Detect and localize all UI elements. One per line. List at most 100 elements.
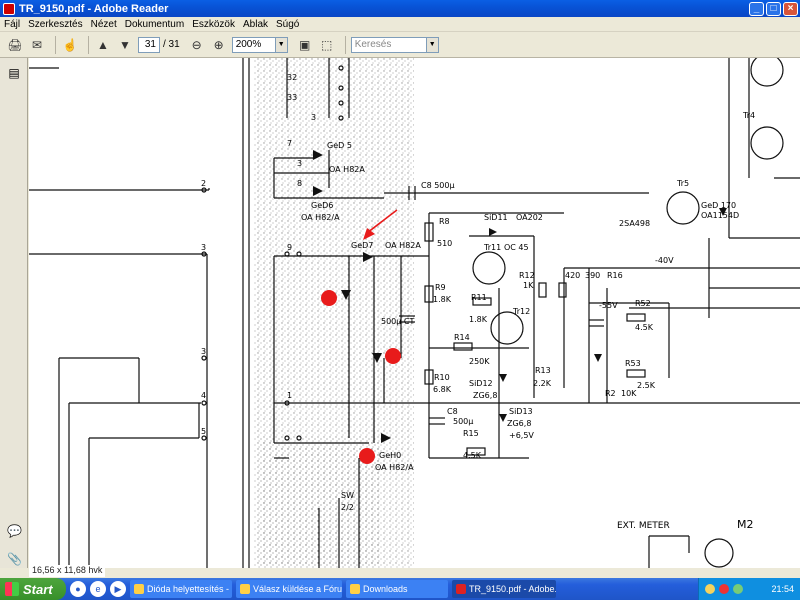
component-label: R15 (463, 429, 479, 438)
component-label: 2.2K (533, 379, 552, 388)
taskbar-item-label: TR_9150.pdf - Adobe... (469, 584, 556, 594)
component-label: 500µ (453, 417, 473, 426)
taskbar-item-label: Downloads (363, 584, 408, 594)
taskbar: Start ● e ▶ Dióda helyettesítés - ... Vá… (0, 578, 800, 600)
component-label: R52 (635, 299, 651, 308)
start-label: Start (23, 581, 53, 597)
menu-document[interactable]: Dokumentum (125, 19, 184, 30)
search-dropdown-icon[interactable]: ▼ (426, 36, 439, 53)
zoom-in-icon[interactable]: ⊕ (210, 36, 228, 54)
page-number-input[interactable]: 31 (138, 36, 160, 53)
tray-icon[interactable] (719, 584, 729, 594)
taskbar-item[interactable]: Downloads (346, 580, 448, 598)
connector-label: 5 (201, 427, 206, 436)
taskbar-item-active[interactable]: TR_9150.pdf - Adobe... (452, 580, 556, 598)
menu-window[interactable]: Ablak (243, 19, 268, 30)
menu-view[interactable]: Nézet (91, 19, 117, 30)
connector-label: 4 (201, 391, 206, 400)
clock: 21:54 (771, 584, 794, 594)
component-label: 1K (523, 281, 534, 290)
connector-label: 2 (201, 179, 206, 188)
connector-label: 32 (287, 73, 297, 82)
component-label: SW (341, 491, 354, 500)
component-label: 1.8K (469, 315, 488, 324)
component-label: R12 (519, 271, 535, 280)
save-icon[interactable]: ▣ (296, 36, 314, 54)
component-label: OA1154D (701, 211, 739, 220)
start-button[interactable]: Start (0, 578, 66, 600)
component-label: GeD 5 (327, 141, 352, 150)
print-icon[interactable]: 🖨 (6, 36, 24, 54)
component-label: SiD13 (509, 407, 533, 416)
page-size-status: 16,56 x 11,68 hvk (29, 565, 106, 577)
component-label: OA H82/A (301, 213, 340, 222)
connector-label: 3 (201, 243, 206, 252)
taskbar-item[interactable]: Válasz küldése a Fóru... (236, 580, 342, 598)
menu-file[interactable]: Fájl (4, 19, 20, 30)
component-label: R10 (434, 373, 450, 382)
email-icon[interactable]: ✉ (28, 36, 46, 54)
next-page-icon[interactable]: ▼ (116, 36, 134, 54)
toolbar: 🖨 ✉ ☝ ▲ ▼ 31 / 31 ⊖ ⊕ 200% ▼ ▣ ⬚ Keresés… (0, 32, 800, 58)
page-total: / 31 (163, 39, 180, 50)
previous-page-icon[interactable]: ▲ (94, 36, 112, 54)
component-label: 2SA498 (619, 219, 650, 228)
close-button[interactable]: × (783, 1, 798, 16)
connector-label: 8 (297, 179, 302, 188)
component-label: R13 (535, 366, 551, 375)
red-marker-dot (359, 448, 375, 464)
component-label: GeD 170 (701, 201, 736, 210)
zoom-dropdown-icon[interactable]: ▼ (275, 36, 288, 53)
component-label: GeD6 (311, 201, 333, 210)
schematic-image: 32 33 3 7 3 8 2 3 9 1 3 4 5 GeD 5 OA H82… (29, 58, 800, 568)
component-label: C8 (447, 407, 458, 416)
fit-page-icon[interactable]: ⬚ (318, 36, 336, 54)
firefox-icon (134, 584, 144, 594)
taskbar-item-label: Válasz küldése a Fóru... (253, 584, 342, 594)
windows-flag-icon (5, 582, 19, 596)
component-label: OC 45 (504, 243, 529, 252)
search-input[interactable]: Keresés (350, 36, 427, 53)
zoom-out-icon[interactable]: ⊖ (188, 36, 206, 54)
taskbar-item[interactable]: Dióda helyettesítés - ... (130, 580, 232, 598)
attachments-icon[interactable]: 📎 (7, 552, 22, 568)
comments-icon[interactable]: 💬 (7, 524, 22, 540)
component-label: OA H82A (385, 241, 421, 250)
zoom-input[interactable]: 200% (231, 36, 276, 53)
component-label: Tr4 (742, 111, 755, 120)
component-label: 250K (469, 357, 490, 366)
menu-tools[interactable]: Eszközök (192, 19, 235, 30)
firefox-icon[interactable]: ● (70, 581, 86, 597)
component-label: Tr12 (512, 307, 530, 316)
firefox-icon (240, 584, 250, 594)
component-label: 2.5K (637, 381, 656, 390)
connector-label: 9 (287, 243, 292, 252)
component-label: -40V (655, 256, 674, 265)
connector-label: 3 (297, 159, 302, 168)
minimize-button[interactable]: _ (749, 1, 764, 16)
hand-tool-icon[interactable]: ☝ (61, 36, 79, 54)
menu-edit[interactable]: Szerkesztés (28, 19, 82, 30)
maximize-button[interactable]: □ (766, 1, 781, 16)
menu-help[interactable]: Súgó (276, 19, 299, 30)
document-view[interactable]: 32 33 3 7 3 8 2 3 9 1 3 4 5 GeD 5 OA H82… (29, 58, 800, 568)
folder-icon (350, 584, 360, 594)
connector-label: 3 (311, 113, 316, 122)
component-label: 4.5K (463, 451, 482, 460)
pages-icon[interactable]: ▤ (7, 66, 21, 82)
component-label: 10K (621, 389, 637, 398)
connector-label: 1 (287, 391, 292, 400)
windows-media-icon[interactable]: ▶ (110, 581, 126, 597)
component-label: SiD11 (484, 213, 508, 222)
component-label: ZG6,8 (473, 391, 497, 400)
component-label: Tr11 (483, 243, 501, 252)
toolbar-separator (88, 35, 89, 54)
tray-icon[interactable] (733, 584, 743, 594)
red-marker-dot (321, 290, 337, 306)
connector-label: 3 (201, 347, 206, 356)
tray-icon[interactable] (705, 584, 715, 594)
internet-explorer-icon[interactable]: e (90, 581, 106, 597)
component-label: OA H82A (329, 165, 365, 174)
component-label: 510 (437, 239, 452, 248)
menu-bar: Fájl Szerkesztés Nézet Dokumentum Eszköz… (0, 17, 800, 32)
